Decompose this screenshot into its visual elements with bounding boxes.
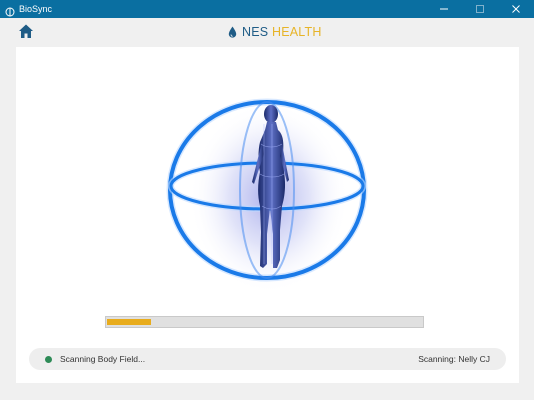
close-button[interactable] bbox=[498, 0, 534, 18]
window-controls bbox=[426, 0, 534, 18]
scanning-user-label: Scanning: Nelly CJ bbox=[418, 354, 490, 364]
nes-health-logo: NES HEALTH bbox=[228, 25, 322, 39]
window-title: BioSync bbox=[19, 4, 53, 14]
minimize-button[interactable] bbox=[426, 0, 462, 18]
status-indicator-icon bbox=[45, 355, 52, 363]
status-message: Scanning Body Field... bbox=[60, 354, 146, 364]
status-bar: Scanning Body Field... Scanning: Nelly C… bbox=[29, 348, 506, 370]
app-icon bbox=[5, 4, 15, 17]
maximize-icon bbox=[476, 5, 484, 13]
logo-health-text: HEALTH bbox=[272, 25, 322, 39]
title-bar: BioSync bbox=[0, 0, 534, 18]
close-icon bbox=[512, 5, 520, 13]
minimize-icon bbox=[440, 8, 448, 10]
scan-progress-bar bbox=[105, 316, 424, 328]
maximize-button[interactable] bbox=[462, 0, 498, 18]
body-field-scan-graphic bbox=[166, 98, 368, 290]
logo-nes-text: NES bbox=[242, 25, 269, 39]
scan-panel: Scanning Body Field... Scanning: Nelly C… bbox=[16, 47, 519, 383]
app-header: NES HEALTH bbox=[0, 18, 534, 48]
droplet-icon bbox=[228, 26, 237, 38]
home-icon[interactable] bbox=[18, 23, 34, 39]
scan-progress-fill bbox=[107, 319, 151, 325]
